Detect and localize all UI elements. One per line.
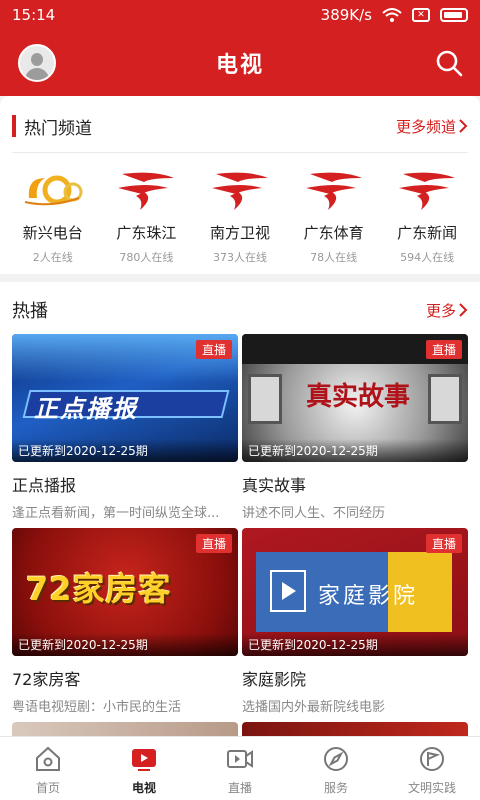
update-label: 已更新到2020-12-25期: [12, 439, 238, 462]
update-label: 已更新到2020-12-25期: [12, 633, 238, 656]
thumb-frame-left: [248, 374, 282, 424]
program-thumbnail: 真实故事 直播 已更新到2020-12-25期: [242, 334, 468, 462]
nav-label: 文明实践: [407, 781, 456, 795]
film-play-icon: [270, 570, 306, 612]
nav-item-service[interactable]: 服务: [288, 737, 384, 800]
program-card[interactable]: 真实故事 直播 已更新到2020-12-25期 真实故事 讲述不同人生、不同经历: [242, 334, 468, 521]
program-title: 真实故事: [242, 476, 307, 495]
live-badge: 直播: [195, 340, 232, 359]
chevron-right-icon: [459, 303, 468, 317]
content-sheet: 热门频道 更多频道 新兴电台 2人在线 广东珠江 780人在线 南方卫视 373…: [0, 96, 480, 736]
thumb-art-text: 72家房客: [26, 570, 172, 608]
hot-channels-header: 热门频道 更多频道: [0, 106, 480, 146]
gdtv-logo: [118, 172, 175, 210]
thumb-art-text: 正点播报: [34, 395, 138, 423]
status-time: 15:14: [12, 6, 56, 24]
divider: [12, 152, 468, 153]
video-camera-icon: [227, 750, 253, 768]
bottom-nav: 首页 电视 直播 服务 文明实践: [0, 736, 480, 800]
channel-online-count: 373人在线: [212, 251, 267, 264]
program-title: 正点播报: [12, 476, 77, 495]
nav-label: 直播: [227, 781, 252, 795]
nav-item-tv[interactable]: 电视: [96, 737, 192, 800]
flag-icon: [420, 747, 444, 771]
more-hot-label: 更多: [425, 301, 456, 320]
avatar[interactable]: [18, 44, 56, 82]
status-bar: 15:14 389K/s ✕: [0, 0, 480, 30]
channel-name: 广东珠江: [116, 224, 177, 242]
home-icon: [36, 746, 60, 771]
program-card[interactable]: 家庭影院 直播 已更新到2020-12-25期 家庭影院 选播国内外最新院线电影: [242, 528, 468, 715]
channel-item[interactable]: 南方卫视 373人在线: [195, 160, 285, 270]
channel-online-count: 780人在线: [119, 251, 174, 264]
hot-header: 热播 更多: [0, 290, 480, 330]
program-card-partial[interactable]: [12, 722, 238, 736]
page-title: 电视: [215, 53, 264, 78]
channel-item[interactable]: 新兴电台 2人在线: [8, 160, 98, 270]
channel-item[interactable]: 广东体育 78人在线: [289, 160, 379, 270]
chevron-right-icon: [459, 119, 468, 133]
thumb-art-text: 家庭影院: [318, 584, 419, 609]
more-hot-link[interactable]: 更多: [426, 300, 468, 321]
program-desc: 讲述不同人生、不同经历: [242, 506, 386, 521]
nav-item-home[interactable]: 首页: [0, 737, 96, 800]
nav-item-civic[interactable]: 文明实践: [384, 737, 480, 800]
channel-name: 南方卫视: [209, 224, 270, 242]
channel-list: 新兴电台 2人在线 广东珠江 780人在线 南方卫视 373人在线 广东体育 7…: [0, 160, 480, 270]
nav-item-live[interactable]: 直播: [192, 737, 288, 800]
program-thumbnail: 家庭影院 直播 已更新到2020-12-25期: [242, 528, 468, 656]
channel-online-count: 2人在线: [32, 251, 73, 264]
nav-label: 首页: [35, 781, 60, 795]
live-badge: 直播: [195, 534, 232, 553]
section-accent-bar: [12, 115, 16, 137]
search-icon[interactable]: [434, 48, 464, 78]
program-desc: 选播国内外最新院线电影: [242, 700, 386, 715]
program-desc: 粤语电视短剧：小市民的生活: [12, 700, 182, 715]
program-desc: 逢正点看新闻，第一时间纵览全球...: [12, 506, 220, 521]
channel-item[interactable]: 广东新闻 594人在线: [382, 160, 472, 270]
program-card-partial[interactable]: [242, 722, 468, 736]
battery-icon: [440, 8, 468, 22]
tv-play-icon: [132, 749, 156, 771]
avatar-body: [25, 68, 49, 80]
app-bar: 电视: [0, 30, 480, 96]
program-card[interactable]: 72家房客 直播 已更新到2020-12-25期 72家房客 粤语电视短剧：小市…: [12, 528, 238, 715]
compass-icon: [324, 747, 348, 771]
avatar-head: [31, 53, 43, 66]
update-label: 已更新到2020-12-25期: [242, 633, 468, 656]
channel-online-count: 594人在线: [400, 251, 455, 264]
program-card[interactable]: 正点播报 直播 已更新到2020-12-25期 正点播报 逢正点看新闻，第一时间…: [12, 334, 238, 521]
channel-name: 广东新闻: [397, 224, 458, 242]
more-channels-link[interactable]: 更多频道: [396, 116, 468, 137]
no-sim-icon: ✕: [412, 8, 430, 22]
gdtv-logo: [305, 172, 362, 210]
gdtv-logo: [399, 172, 456, 210]
update-label: 已更新到2020-12-25期: [242, 439, 468, 462]
thumb-frame-right: [428, 374, 462, 424]
wifi-icon: [382, 8, 402, 22]
program-title: 72家房客: [12, 670, 81, 689]
channel-name: 广东体育: [303, 224, 364, 242]
program-thumbnail: 正点播报 直播 已更新到2020-12-25期: [12, 334, 238, 462]
nav-label: 电视: [131, 781, 156, 795]
nav-label: 服务: [323, 781, 348, 795]
thumb-art-text: 真实故事: [306, 382, 411, 412]
section-separator: [0, 274, 480, 282]
network-speed: 389K/s: [320, 6, 372, 24]
hot-channels-title: 热门频道: [24, 118, 92, 139]
program-thumbnail: 72家房客 直播 已更新到2020-12-25期: [12, 528, 238, 656]
more-channels-label: 更多频道: [395, 117, 456, 136]
live-badge: 直播: [425, 534, 462, 553]
live-badge: 直播: [425, 340, 462, 359]
gdtv-logo: [211, 172, 268, 210]
channel-name: 新兴电台: [22, 224, 83, 242]
program-title: 家庭影院: [242, 670, 307, 689]
hot-title: 热播: [12, 301, 48, 322]
xinxing-radio-logo: [24, 175, 83, 206]
channel-online-count: 78人在线: [310, 251, 358, 264]
channel-item[interactable]: 广东珠江 780人在线: [101, 160, 191, 270]
